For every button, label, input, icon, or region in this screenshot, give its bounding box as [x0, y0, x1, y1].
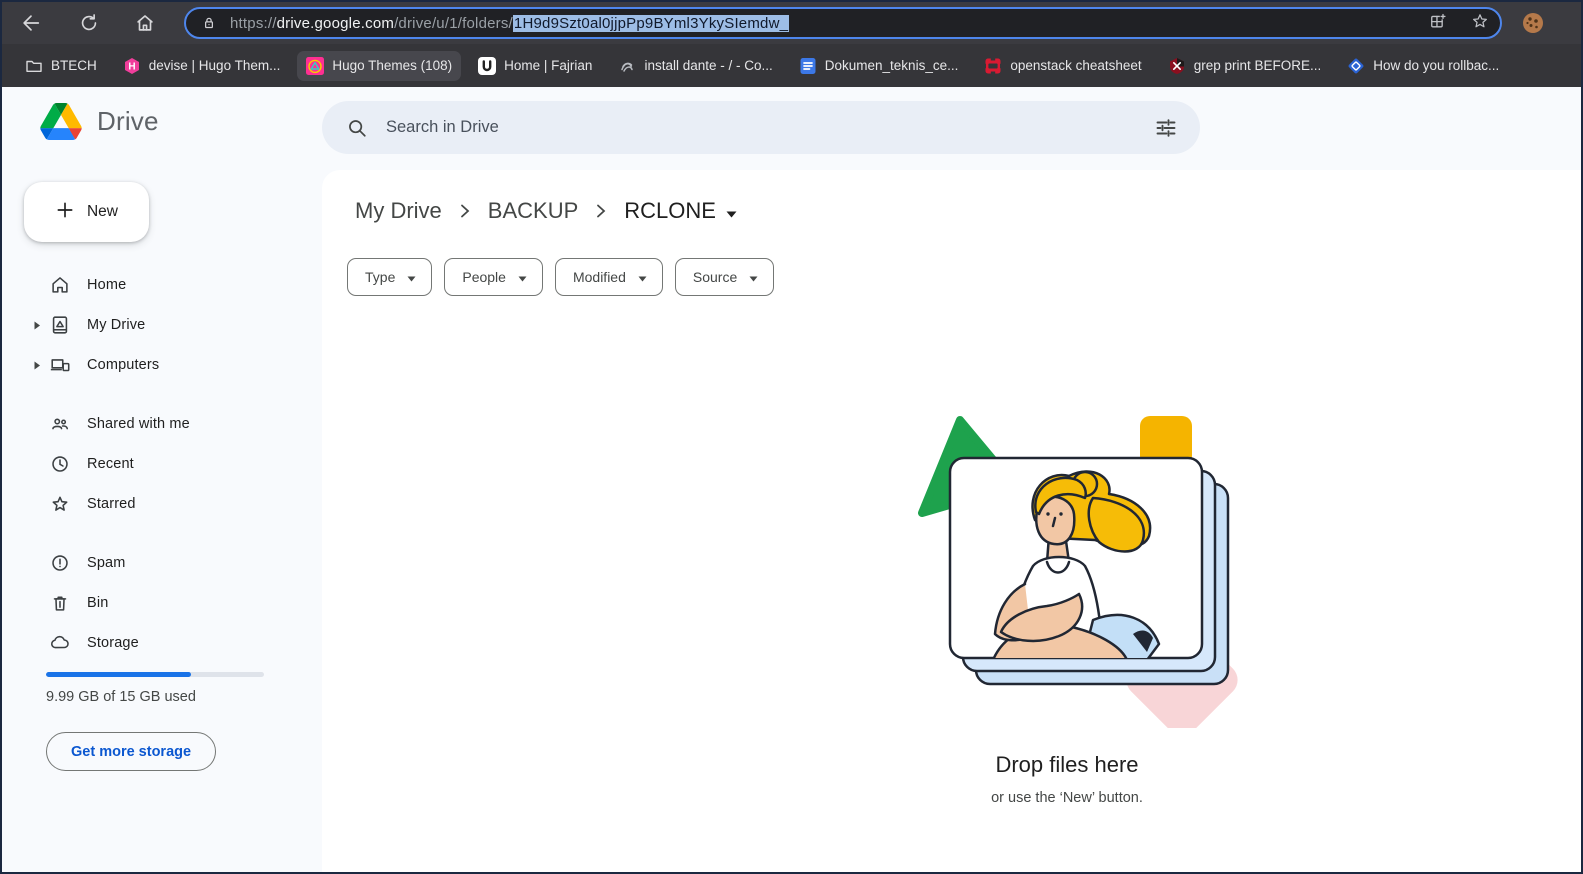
book-icon: [478, 57, 496, 75]
filter-tune-icon[interactable]: [1148, 110, 1184, 146]
favorite-star-icon[interactable]: [1470, 11, 1490, 35]
chevron-down-icon: [407, 269, 416, 285]
chevron-down-icon: [518, 269, 527, 285]
sidebar-item-bin[interactable]: Bin: [10, 583, 310, 623]
home-icon: [48, 274, 72, 296]
back-icon[interactable]: [18, 10, 44, 36]
breadcrumb: My Drive BACKUP RCLONE: [347, 194, 745, 228]
cloud-icon: [48, 632, 72, 654]
url-text: https://drive.google.com/drive/u/1/folde…: [230, 15, 1420, 32]
reload-icon[interactable]: [76, 10, 102, 36]
knot-icon: [618, 57, 636, 75]
chevron-right-icon: [460, 203, 470, 219]
breadcrumb-backup[interactable]: BACKUP: [480, 194, 586, 228]
devise-h-icon: H: [123, 57, 141, 75]
empty-state-title: Drop files here: [867, 752, 1267, 778]
drive-logo-icon: [40, 103, 82, 140]
filter-chip-modified[interactable]: Modified: [555, 258, 663, 296]
home-icon[interactable]: [132, 10, 158, 36]
hugo-themes-icon: [306, 57, 324, 75]
sidebar-item-starred[interactable]: Starred: [10, 484, 310, 524]
shield-x-icon: [1168, 57, 1186, 75]
empty-state-illustration: [897, 398, 1257, 733]
empty-state-subtitle: or use the ‘New’ button.: [867, 790, 1267, 806]
filter-chips: Type People Modified Source: [347, 258, 774, 296]
chevron-down-icon: [638, 269, 647, 285]
cookie-icon[interactable]: [1520, 10, 1546, 36]
my-drive-icon: [48, 314, 72, 336]
bookmark-hugo-themes[interactable]: Hugo Themes (108): [297, 51, 461, 81]
bookmark-rollback[interactable]: How do you rollbac...: [1338, 51, 1508, 81]
bookmark-dokumen-teknis[interactable]: Dokumen_teknis_ce...: [790, 51, 968, 81]
new-button[interactable]: New: [24, 182, 149, 242]
get-more-storage-button[interactable]: Get more storage: [46, 732, 216, 771]
filter-chip-source[interactable]: Source: [675, 258, 774, 296]
trash-icon: [48, 592, 72, 614]
sidebar-item-computers[interactable]: Computers: [10, 345, 310, 385]
filter-chip-people[interactable]: People: [444, 258, 543, 296]
spam-exclamation-icon: [48, 552, 72, 574]
computers-icon: [48, 354, 72, 376]
sidebar-nav: Home My Drive Computers: [10, 265, 310, 663]
lock-icon[interactable]: [200, 14, 218, 32]
clock-icon: [48, 453, 72, 475]
shared-people-icon: [48, 413, 72, 435]
file-list-area: My Drive BACKUP RCLONE Type: [322, 170, 1581, 872]
storage-usage-text: 9.99 GB of 15 GB used: [46, 689, 196, 705]
chevron-right-icon: [596, 203, 606, 219]
sidebar-item-home[interactable]: Home: [10, 265, 310, 305]
split-screen-icon[interactable]: [1428, 11, 1448, 35]
browser-window: https://drive.google.com/drive/u/1/folde…: [0, 0, 1583, 874]
bookmark-openstack[interactable]: openstack cheatsheet: [975, 51, 1150, 81]
star-icon: [48, 493, 72, 515]
sidebar-item-spam[interactable]: Spam: [10, 543, 310, 583]
search-input[interactable]: [386, 118, 1148, 137]
search-icon[interactable]: [346, 117, 368, 139]
sidebar-item-storage[interactable]: Storage: [10, 623, 310, 663]
drive-logo-block[interactable]: Drive: [40, 103, 159, 140]
bookmark-grep-print[interactable]: grep print BEFORE...: [1159, 51, 1331, 81]
chevron-down-icon: [726, 198, 737, 224]
folder-icon: [25, 57, 43, 75]
svg-text:H: H: [128, 61, 135, 72]
drive-page: Drive New Home: [2, 87, 1581, 872]
browser-toolbar: https://drive.google.com/drive/u/1/folde…: [2, 2, 1581, 44]
bookmarks-bar: BTECH H devise | Hugo Them... Hugo Theme…: [2, 44, 1581, 87]
sidebar-item-recent[interactable]: Recent: [10, 444, 310, 484]
sidebar-item-shared-with-me[interactable]: Shared with me: [10, 404, 310, 444]
breadcrumb-rclone[interactable]: RCLONE: [616, 194, 745, 228]
bookmark-btech[interactable]: BTECH: [16, 51, 106, 81]
chevron-down-icon: [749, 269, 758, 285]
expand-caret-icon[interactable]: [26, 361, 48, 370]
url-selected-folder-id: 1H9d9Szt0al0jjpPp9BYml3YkySIemdw_: [513, 15, 789, 32]
bookmark-home-fajrian[interactable]: Home | Fajrian: [469, 51, 601, 81]
filter-chip-type[interactable]: Type: [347, 258, 432, 296]
storage-progress: [46, 672, 264, 677]
bookmark-devise[interactable]: H devise | Hugo Them...: [114, 51, 290, 81]
sidebar-item-my-drive[interactable]: My Drive: [10, 305, 310, 345]
blue-diamond-icon: [1347, 57, 1365, 75]
plus-icon: [55, 200, 75, 225]
bookmark-install-dante[interactable]: install dante - / - Co...: [609, 51, 781, 81]
storage-progress-fill: [46, 672, 191, 677]
openstack-icon: [984, 57, 1002, 75]
search-bar[interactable]: [322, 101, 1200, 154]
google-docs-icon: [799, 57, 817, 75]
url-bar[interactable]: https://drive.google.com/drive/u/1/folde…: [184, 7, 1502, 39]
breadcrumb-my-drive[interactable]: My Drive: [347, 194, 450, 228]
expand-caret-icon[interactable]: [26, 321, 48, 330]
app-title: Drive: [97, 106, 159, 137]
